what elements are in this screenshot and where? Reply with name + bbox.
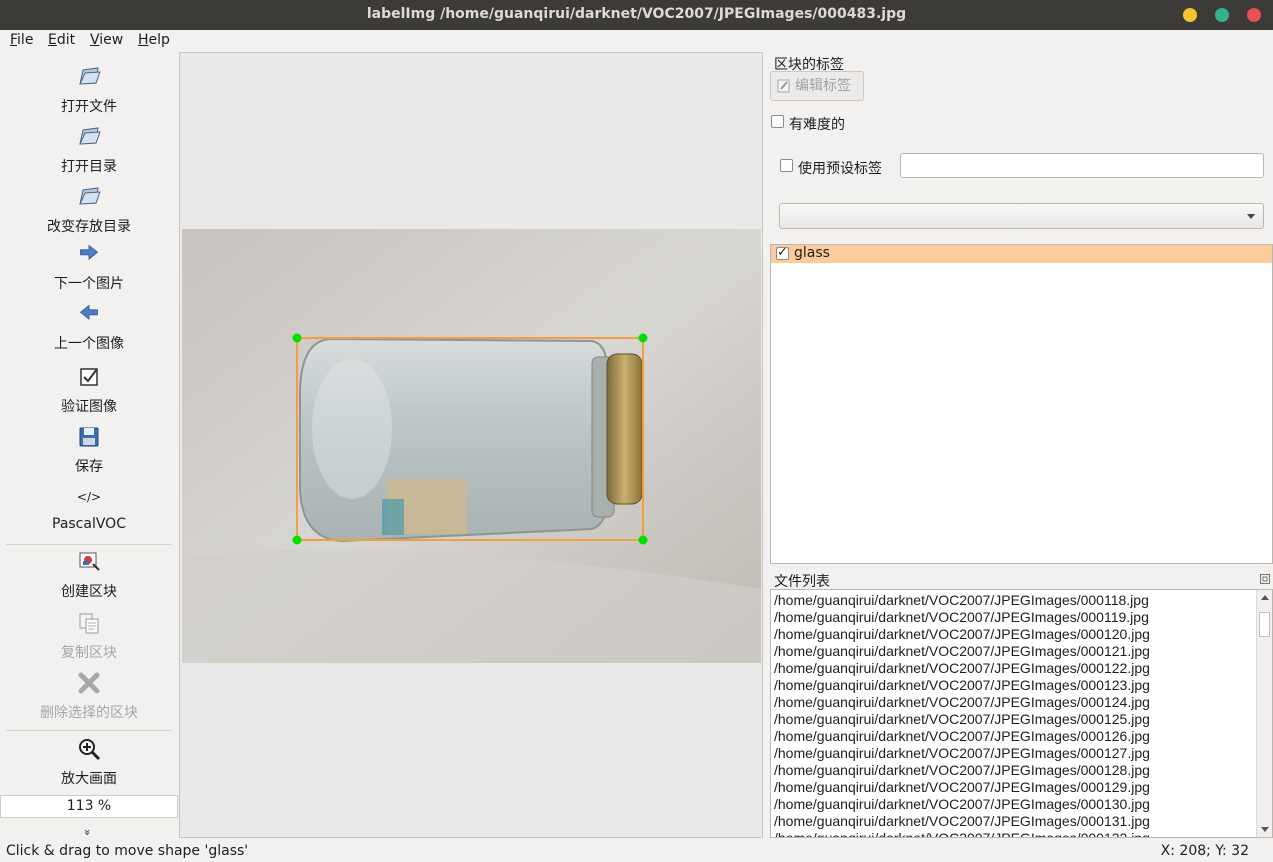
file-list-item[interactable]: /home/guanqirui/darknet/VOC2007/JPEGImag… (774, 592, 1149, 608)
toolbar-separator (6, 544, 172, 545)
file-list[interactable]: /home/guanqirui/darknet/VOC2007/JPEGImag… (770, 589, 1273, 838)
floppy-disk-icon (79, 427, 99, 447)
prev-image-button[interactable]: 上一个图像 (0, 303, 178, 353)
verify-image-button[interactable]: 验证图像 (0, 364, 178, 416)
edit-label-button[interactable]: 编辑标签 (770, 71, 864, 101)
open-dir-button[interactable]: 打开目录 (0, 124, 178, 176)
code-icon: </> (76, 490, 102, 504)
folder-open-icon (79, 187, 101, 205)
float-dock-icon[interactable] (1260, 574, 1270, 584)
file-list-item[interactable]: /home/guanqirui/darknet/VOC2007/JPEGImag… (774, 728, 1150, 744)
menu-edit[interactable]: Edit (48, 32, 75, 48)
file-list-scrollbar[interactable] (1256, 590, 1272, 837)
file-list-item[interactable]: /home/guanqirui/darknet/VOC2007/JPEGImag… (774, 694, 1150, 710)
delete-x-icon (78, 672, 100, 694)
edit-icon (777, 79, 790, 93)
label-visible-checkbox[interactable] (776, 245, 789, 260)
folder-open-icon (79, 67, 101, 85)
window-title: labelImg /home/guanqirui/darknet/VOC2007… (366, 6, 907, 22)
delete-box-button[interactable]: 删除选择的区块 (0, 670, 178, 722)
save-button[interactable]: 保存 (0, 424, 178, 476)
use-default-label-text: 使用预设标签 (798, 161, 882, 177)
file-list-item[interactable]: /home/guanqirui/darknet/VOC2007/JPEGImag… (774, 796, 1150, 812)
open-file-label: 打开文件 (61, 99, 117, 115)
status-message: Click & drag to move shape 'glass' (6, 843, 249, 859)
label-list[interactable]: glass (770, 244, 1273, 564)
save-label: 保存 (75, 459, 103, 475)
open-dir-label: 打开目录 (61, 159, 117, 175)
verify-image-label: 验证图像 (61, 399, 117, 415)
next-image-label: 下一个图片 (54, 276, 124, 292)
toolbar-separator (6, 730, 172, 731)
zoom-in-button[interactable]: 放大画面 (0, 736, 178, 788)
file-list-item[interactable]: /home/guanqirui/darknet/VOC2007/JPEGImag… (774, 677, 1150, 693)
use-default-label-checkbox[interactable] (780, 159, 793, 172)
arrow-right-icon (80, 244, 99, 260)
status-bar: Click & drag to move shape 'glass' X: 20… (0, 840, 1273, 862)
duplicate-box-label: 复制区块 (61, 645, 117, 661)
image-canvas[interactable] (179, 52, 763, 838)
file-list-item[interactable]: /home/guanqirui/darknet/VOC2007/JPEGImag… (774, 660, 1150, 676)
file-list-item[interactable]: /home/guanqirui/darknet/VOC2007/JPEGImag… (774, 643, 1150, 659)
create-box-button[interactable]: 创建区块 (0, 549, 178, 601)
next-image-button[interactable]: 下一个图片 (0, 243, 178, 293)
menu-view[interactable]: View (90, 32, 123, 48)
file-list-item[interactable]: /home/guanqirui/darknet/VOC2007/JPEGImag… (774, 745, 1150, 761)
minimize-button[interactable] (1183, 8, 1197, 22)
scroll-down-icon[interactable] (1261, 827, 1269, 832)
file-list-item[interactable]: /home/guanqirui/darknet/VOC2007/JPEGImag… (774, 626, 1150, 642)
file-list-item[interactable]: /home/guanqirui/darknet/VOC2007/JPEGImag… (774, 711, 1150, 727)
label-item-text: glass (794, 245, 830, 261)
change-save-dir-label: 改变存放目录 (47, 219, 131, 235)
maximize-button[interactable] (1215, 8, 1229, 22)
menu-help[interactable]: Help (138, 32, 170, 48)
file-list-title: 文件列表 (774, 574, 830, 590)
difficult-checkbox[interactable] (771, 115, 784, 128)
copy-icon (79, 613, 99, 634)
label-combo-box[interactable] (779, 203, 1264, 229)
create-rect-icon (79, 552, 100, 571)
right-dock: 区块的标签 编辑标签 有难度的 使用预设标签 glass 文件列表 /home/… (766, 52, 1273, 838)
toolbar: 打开文件 打开目录 改变存放目录 下一个图片 上一个图像 验证图像 保存 </>… (0, 52, 178, 838)
file-list-item[interactable]: /home/guanqirui/darknet/VOC2007/JPEGImag… (774, 762, 1150, 778)
checkbox-check-icon (80, 368, 98, 386)
file-list-item[interactable]: /home/guanqirui/darknet/VOC2007/JPEGImag… (774, 813, 1150, 829)
duplicate-box-button[interactable]: 复制区块 (0, 610, 178, 662)
edit-label-text: 编辑标签 (795, 78, 851, 94)
title-bar: labelImg /home/guanqirui/darknet/VOC2007… (0, 0, 1273, 30)
difficult-label: 有难度的 (789, 117, 845, 133)
zoom-in-label: 放大画面 (61, 771, 117, 787)
bounding-box-glass[interactable] (180, 53, 764, 839)
arrow-left-icon (79, 304, 98, 320)
delete-box-label: 删除选择的区块 (40, 705, 138, 721)
prev-image-label: 上一个图像 (54, 336, 124, 352)
open-file-button[interactable]: 打开文件 (0, 64, 178, 116)
cursor-coords: X: 208; Y: 32 (1160, 843, 1249, 859)
file-list-item[interactable]: /home/guanqirui/darknet/VOC2007/JPEGImag… (774, 830, 1150, 837)
format-button[interactable]: </> PascalVOC (0, 486, 178, 532)
menu-file[interactable]: File (10, 32, 33, 48)
folder-open-icon (79, 127, 101, 145)
file-list-item[interactable]: /home/guanqirui/darknet/VOC2007/JPEGImag… (774, 779, 1150, 795)
format-label: PascalVOC (52, 516, 126, 532)
toolbar-extension-button[interactable]: » (81, 829, 94, 836)
scroll-up-icon[interactable] (1261, 595, 1269, 600)
menu-bar: File Edit View Help (0, 30, 1273, 52)
create-box-label: 创建区块 (61, 584, 117, 600)
change-save-dir-button[interactable]: 改变存放目录 (0, 184, 178, 236)
zoom-level-spinbox[interactable]: 113 % (0, 795, 178, 818)
close-button[interactable] (1247, 8, 1261, 22)
chevron-down-icon (1247, 214, 1255, 219)
label-item-glass[interactable]: glass (771, 245, 1272, 263)
scroll-thumb[interactable] (1259, 612, 1270, 637)
zoom-in-icon (79, 739, 101, 761)
default-label-input[interactable] (900, 153, 1264, 178)
file-list-item[interactable]: /home/guanqirui/darknet/VOC2007/JPEGImag… (774, 609, 1149, 625)
